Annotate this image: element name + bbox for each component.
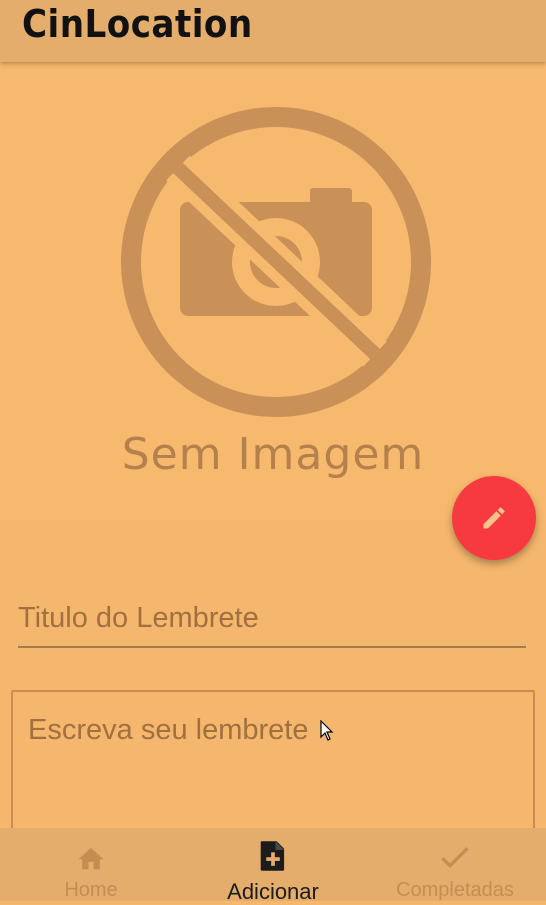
- nav-item-completed[interactable]: Completadas: [364, 828, 546, 901]
- app-title: CinLocation: [22, 2, 253, 46]
- no-photo-icon: [121, 107, 431, 417]
- nav-item-add[interactable]: Adicionar: [182, 828, 364, 904]
- image-placeholder[interactable]: Sem Imagem: [0, 62, 546, 520]
- home-icon: [78, 848, 104, 870]
- bottom-navigation: Home Adicionar Completadas: [0, 828, 546, 904]
- check-icon: [441, 847, 469, 869]
- nav-label-add: Adicionar: [227, 879, 319, 904]
- nav-label-home: Home: [64, 879, 118, 901]
- no-image-label: Sem Imagem: [121, 429, 425, 480]
- edit-image-button[interactable]: [452, 476, 536, 560]
- add-note-icon: [260, 841, 285, 871]
- edit-icon: [483, 507, 505, 529]
- reminder-title-placeholder: Titulo do Lembrete: [18, 602, 259, 634]
- reminder-body-placeholder: Escreva seu lembrete: [28, 714, 309, 746]
- reminder-title-input[interactable]: Titulo do Lembrete: [18, 596, 526, 648]
- app-bar: CinLocation: [0, 0, 546, 62]
- mouse-cursor-icon: [320, 720, 334, 741]
- nav-item-home[interactable]: Home: [0, 828, 182, 901]
- nav-label-completed: Completadas: [396, 879, 514, 901]
